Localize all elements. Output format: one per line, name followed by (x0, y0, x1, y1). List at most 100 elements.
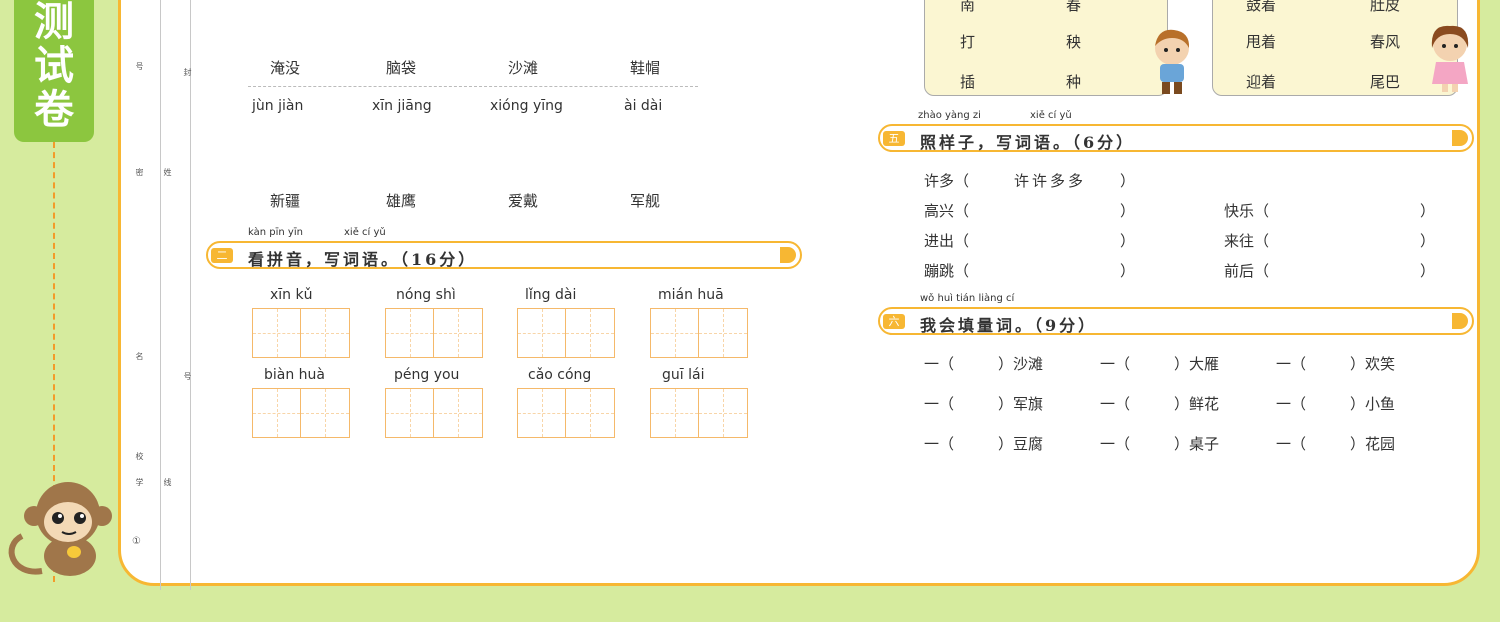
word-prompt: 来往（ (1224, 232, 1270, 250)
writing-grid[interactable] (517, 308, 615, 358)
measure-prefix: 一（ (1100, 435, 1131, 453)
header-pinyin: xiě cí yǔ (1030, 110, 1072, 121)
paren-close: ） (1120, 202, 1136, 220)
pinyin-prompt: mián huā (658, 287, 724, 303)
pinyin-prompt: nóng shì (396, 287, 456, 303)
writing-grid[interactable] (650, 308, 748, 358)
binding-mark: 号 (183, 372, 192, 380)
vocab-word: 沙滩 (508, 59, 539, 77)
vocab-word: 淹没 (270, 59, 301, 77)
tab-char: 试 (34, 42, 74, 89)
monkey-icon (8, 482, 112, 576)
vocab-word: 军舰 (630, 192, 661, 210)
section-number-badge: 二 (211, 248, 233, 263)
header-pinyin: xiě cí yǔ (344, 227, 386, 238)
word-prompt: 快乐（ (1224, 202, 1270, 220)
pinyin-text: xīn jiāng (372, 98, 432, 114)
measure-prefix: 一（ (1100, 355, 1131, 373)
paren-close: ） (1120, 262, 1136, 280)
section-title: 看拼音，写词语。（16分） (248, 250, 478, 269)
pinyin-prompt: biàn huà (264, 367, 326, 383)
paren-close: ） (1120, 172, 1136, 190)
binding-mark: 校 (135, 452, 144, 460)
section-5-header: 五 照样子，写词语。（6分） (878, 124, 1474, 152)
paren-close: ） (1120, 232, 1136, 250)
paren-close: ） (1420, 262, 1436, 280)
measure-noun: ）桌子 (1174, 435, 1220, 453)
pinyin-text: ài dài (624, 98, 663, 114)
writing-grid[interactable] (385, 388, 483, 438)
pinyin-prompt: xīn kǔ (270, 287, 313, 303)
pinyin-text: xióng yīng (490, 98, 563, 114)
boy-icon (1155, 29, 1190, 94)
writing-grid[interactable] (252, 308, 350, 358)
box-word: 尾巴 (1370, 73, 1401, 91)
measure-noun: ）花园 (1350, 435, 1396, 453)
binding-mark: 号 (135, 62, 144, 70)
test-paper-tab: 测 试 卷 (14, 0, 94, 142)
box-word: 迎着 (1246, 73, 1277, 91)
binding-mark: 姓 (163, 168, 172, 176)
box-word: 鼓着 (1246, 0, 1277, 14)
writing-grid[interactable] (650, 388, 748, 438)
pinyin-prompt: guī lái (662, 367, 705, 383)
header-end-cap (780, 247, 796, 263)
header-end-cap (1452, 313, 1468, 329)
binding-mark: 封 (183, 68, 192, 76)
box-word: 甩着 (1246, 33, 1277, 51)
box-word: 秧 (1066, 33, 1082, 51)
example-word: 许多（ (924, 172, 970, 190)
box-word: 春 (1066, 0, 1082, 14)
box-word: 春风 (1370, 33, 1401, 51)
vocab-word: 新疆 (270, 192, 301, 210)
writing-grid[interactable] (252, 388, 350, 438)
vocab-word: 雄鹰 (386, 192, 417, 210)
section-6-header: 六 我会填量词。（9分） (878, 307, 1474, 335)
pinyin-prompt: péng you (394, 367, 460, 383)
box-word: 种 (1066, 73, 1082, 91)
measure-prefix: 一（ (924, 395, 955, 413)
word-prompt: 高兴（ (924, 202, 970, 220)
measure-noun: ）欢笑 (1350, 355, 1396, 373)
section-2-header: 二 看拼音，写词语。（16分） (206, 241, 802, 269)
girl-icon (1431, 25, 1469, 92)
measure-prefix: 一（ (1276, 355, 1307, 373)
pinyin-prompt: lǐng dài (525, 287, 577, 303)
binding-line (190, 0, 191, 590)
header-pinyin: zhào yàng zi (918, 110, 981, 121)
section-number-badge: 五 (883, 131, 905, 146)
section-number-badge: 六 (883, 314, 905, 329)
pinyin-text: jùn jiàn (252, 98, 304, 114)
writing-grid[interactable] (517, 388, 615, 438)
box-word: 肚皮 (1370, 0, 1401, 14)
box-word: 打 (960, 33, 976, 51)
vocab-word: 脑袋 (386, 59, 417, 77)
header-pinyin: kàn pīn yīn (248, 227, 303, 238)
paren-close: ） (1420, 202, 1436, 220)
binding-mark: 线 (163, 478, 172, 486)
dashed-divider (248, 86, 698, 87)
measure-prefix: 一（ (924, 435, 955, 453)
measure-noun: ）豆腐 (998, 435, 1044, 453)
binding-mark: 名 (135, 352, 144, 360)
header-end-cap (1452, 130, 1468, 146)
page-number: ① (132, 536, 141, 547)
box-word: 南 (960, 0, 976, 14)
measure-prefix: 一（ (1100, 395, 1131, 413)
vocab-word: 鞋帽 (630, 59, 661, 77)
word-prompt: 蹦跳（ (924, 262, 970, 280)
section-title: 我会填量词。（9分） (920, 316, 1098, 335)
measure-prefix: 一（ (1276, 395, 1307, 413)
header-pinyin: wǒ huì tián liàng cí (920, 293, 1015, 304)
binding-mark: 学 (135, 478, 144, 486)
binding-line (160, 0, 161, 590)
tab-char: 测 (34, 0, 74, 45)
measure-prefix: 一（ (924, 355, 955, 373)
measure-noun: ）沙滩 (998, 355, 1044, 373)
paren-close: ） (1420, 232, 1436, 250)
word-prompt: 前后（ (1224, 262, 1270, 280)
tab-char: 卷 (34, 86, 74, 133)
writing-grid[interactable] (385, 308, 483, 358)
measure-noun: ）鲜花 (1174, 395, 1220, 413)
example-answer: 许许多多 (1014, 172, 1087, 190)
